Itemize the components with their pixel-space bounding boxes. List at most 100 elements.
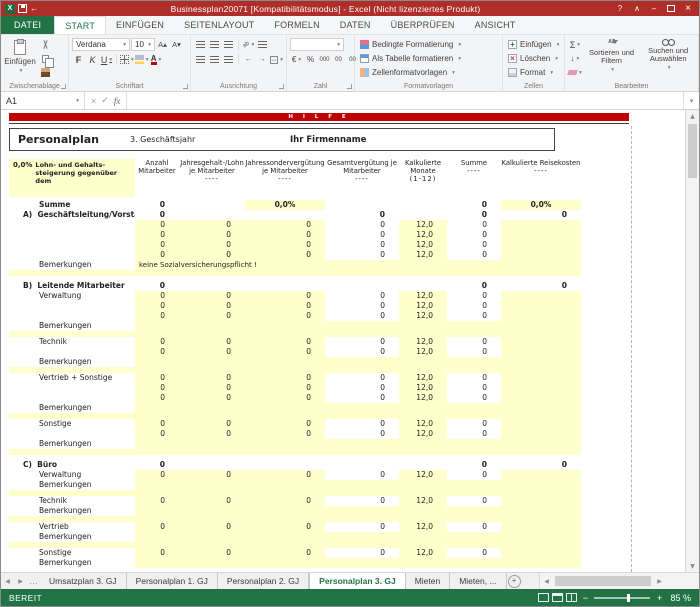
row-label[interactable]: Bemerkungen — [9, 506, 135, 516]
dialog-launcher-icon[interactable] — [183, 84, 188, 89]
zoom-level[interactable]: 85 % — [670, 593, 691, 603]
align-top-button[interactable] — [194, 38, 207, 51]
sheet-cell[interactable]: 0 — [135, 393, 179, 403]
row-label[interactable]: A) Geschäftsleitung/Vorstand — [9, 210, 135, 220]
sheet-cell[interactable]: 0 — [245, 291, 325, 301]
number-format-select[interactable] — [290, 38, 344, 51]
sheet-cell[interactable]: 0 — [135, 419, 179, 429]
accounting-format-button[interactable] — [290, 53, 303, 66]
sheet-cell[interactable] — [501, 496, 581, 506]
sheet-cell[interactable]: 0 — [325, 373, 399, 383]
decr-indent-button[interactable] — [242, 53, 255, 66]
sheet-cell[interactable]: 0 — [135, 522, 179, 532]
sheet-cell[interactable]: 0 — [179, 393, 245, 403]
sheet-cell[interactable] — [501, 220, 581, 230]
sheet-cell[interactable]: 0 — [501, 281, 581, 291]
sheet-cell[interactable]: 0 — [179, 383, 245, 393]
sheet-cell[interactable]: 12,0 — [399, 337, 447, 347]
sheet-cell[interactable]: 0 — [447, 250, 501, 260]
sheet-cell[interactable] — [501, 393, 581, 403]
sheet-cell[interactable] — [399, 200, 447, 210]
sheet-cell[interactable]: 0 — [135, 429, 179, 439]
file-tab[interactable]: DATEI — [1, 16, 54, 34]
incr-indent-button[interactable] — [256, 53, 269, 66]
format-painter-button[interactable] — [39, 66, 52, 79]
row-label[interactable] — [9, 301, 135, 311]
sheet-cell[interactable]: 0 — [135, 337, 179, 347]
sheet-cell[interactable]: 0 — [179, 548, 245, 558]
underline-button[interactable]: U — [100, 53, 113, 66]
sheet-cell[interactable] — [501, 470, 581, 480]
sheet-cell[interactable]: 12,0 — [399, 311, 447, 321]
sheet-cell[interactable]: 0,0% — [501, 200, 581, 210]
sheet-cell[interactable]: 0 — [447, 301, 501, 311]
row-label[interactable]: Bemerkungen — [9, 260, 135, 270]
sheet-cell[interactable]: 12,0 — [399, 496, 447, 506]
sheet-cell[interactable]: 0 — [135, 220, 179, 230]
align-center-button[interactable] — [208, 53, 221, 66]
vertical-scrollbar[interactable] — [685, 110, 699, 572]
align-bottom-button[interactable] — [222, 38, 235, 51]
font-color-button[interactable] — [150, 53, 163, 66]
vertical-scrollbar-thumb[interactable] — [688, 124, 697, 178]
sheet-cell[interactable] — [135, 439, 581, 449]
find-select-button[interactable]: Suchen und Auswählen — [641, 38, 695, 79]
format-cells-button[interactable]: Format — [506, 66, 561, 79]
sheet-cell[interactable]: 0 — [179, 419, 245, 429]
increase-decimal-button[interactable] — [332, 53, 345, 66]
sheet-cell[interactable] — [179, 460, 245, 470]
sheet-cell[interactable]: 0 — [325, 470, 399, 480]
sheet-cell[interactable]: 0 — [179, 522, 245, 532]
borders-button[interactable] — [120, 53, 134, 66]
row-label[interactable] — [9, 347, 135, 357]
sheet-cell[interactable]: 0 — [245, 301, 325, 311]
sort-filter-button[interactable]: Sortieren und Filtern — [585, 38, 639, 79]
sheet-tab-personalplan-3-active[interactable]: Personalplan 3. GJ — [309, 573, 406, 589]
sheet-cell[interactable] — [399, 210, 447, 220]
tab-seitenlayout[interactable]: SEITENLAYOUT — [174, 16, 264, 34]
sheet-cell[interactable]: 0 — [179, 337, 245, 347]
sheet-cell[interactable]: 12,0 — [399, 383, 447, 393]
sheet-cell[interactable] — [135, 357, 581, 367]
sheet-cell[interactable]: 0 — [135, 240, 179, 250]
sheet-cell[interactable]: 0 — [447, 281, 501, 291]
sheet-cell[interactable]: 0 — [245, 311, 325, 321]
sheet-cell[interactable]: 0 — [135, 548, 179, 558]
scroll-left-icon[interactable] — [540, 578, 553, 585]
italic-button[interactable]: K — [86, 53, 99, 66]
view-page-break-button[interactable] — [566, 593, 577, 602]
sheet-cell[interactable]: 0 — [179, 220, 245, 230]
sheet-cell[interactable] — [245, 281, 325, 291]
insert-cells-button[interactable]: Einfügen — [506, 38, 561, 51]
clear-button[interactable] — [568, 66, 582, 79]
sheet-cell[interactable]: 0 — [325, 220, 399, 230]
sheet-cell[interactable]: 0 — [135, 200, 179, 210]
sheet-cell[interactable]: 0 — [447, 373, 501, 383]
paste-button[interactable]: Einfügen — [4, 38, 36, 79]
font-size-select[interactable]: 10 — [131, 38, 155, 51]
orientation-button[interactable] — [242, 38, 255, 51]
sheet-cell[interactable]: 0 — [179, 429, 245, 439]
sheet-cell[interactable]: 0 — [179, 470, 245, 480]
sheet-cell[interactable]: 0 — [135, 347, 179, 357]
help-banner[interactable]: H I L F E — [9, 113, 629, 121]
sheet-cell[interactable] — [501, 301, 581, 311]
sheet-cell[interactable]: 12,0 — [399, 291, 447, 301]
sheet-cell[interactable]: 0 — [179, 347, 245, 357]
tabs-more-icon[interactable] — [27, 573, 40, 589]
row-label[interactable]: Bemerkungen — [9, 480, 135, 490]
sheet-cell[interactable]: 12,0 — [399, 522, 447, 532]
row-label[interactable]: Vertrieb — [9, 522, 135, 532]
sheet-cell[interactable]: 12,0 — [399, 419, 447, 429]
sheet-cell[interactable]: 0 — [447, 230, 501, 240]
sheet-cell[interactable]: 0 — [447, 383, 501, 393]
sheet-cell[interactable] — [501, 548, 581, 558]
sheet-cell[interactable]: 0 — [135, 470, 179, 480]
sheet-cell[interactable]: 0 — [245, 373, 325, 383]
sheet-cell[interactable]: 0 — [179, 230, 245, 240]
view-page-layout-button[interactable] — [552, 593, 563, 602]
merge-center-button[interactable] — [270, 53, 283, 66]
sheet-cell[interactable]: 0 — [447, 337, 501, 347]
sheet-cell[interactable]: 0 — [245, 230, 325, 240]
sheet-cell[interactable]: 12,0 — [399, 470, 447, 480]
